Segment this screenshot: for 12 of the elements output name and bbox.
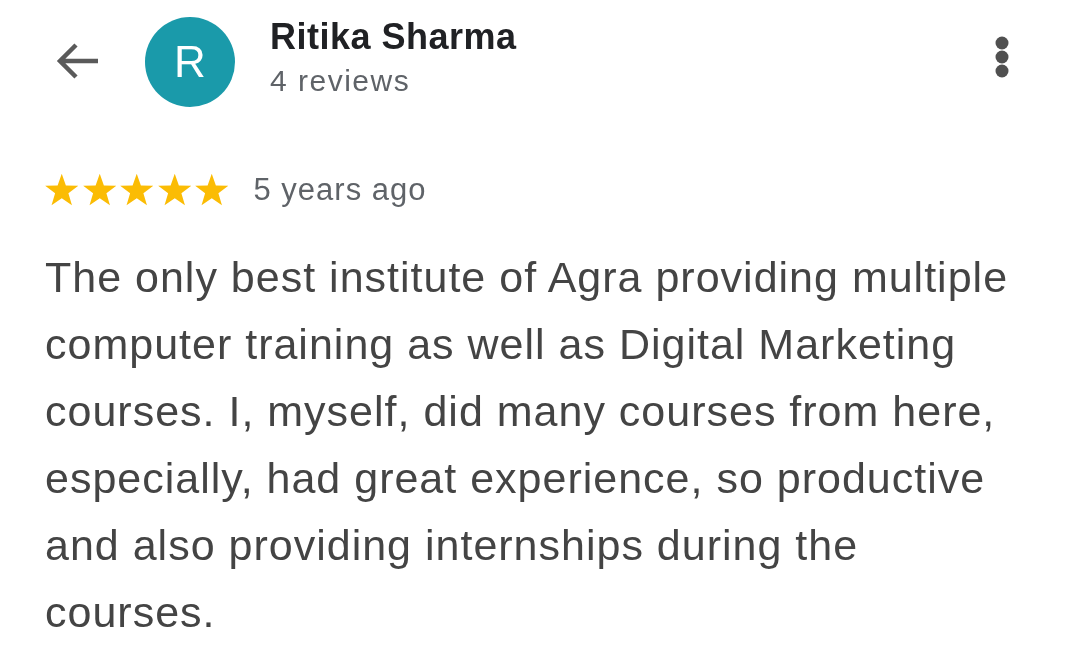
filled-star-icon [81, 173, 117, 207]
filled-star-icon [194, 173, 230, 207]
reviewer-name: Ritika Sharma [270, 16, 517, 58]
filled-star-icon [156, 173, 192, 207]
review-count: 4 reviews [270, 63, 411, 99]
review-time: 5 years ago [253, 173, 427, 207]
avatar: R [145, 17, 235, 107]
filled-star-icon [44, 173, 80, 207]
review-text: The only best institute of Agra providing multiple computer training as well as Digital Marketing courses. I, myself, did many courses from here, especially, had great experience, so productive and also providing internships during the courses. [44, 252, 1010, 638]
filled-star-icon [119, 173, 155, 207]
back-arrow-icon [56, 42, 100, 80]
more-options-icon [995, 36, 1009, 78]
